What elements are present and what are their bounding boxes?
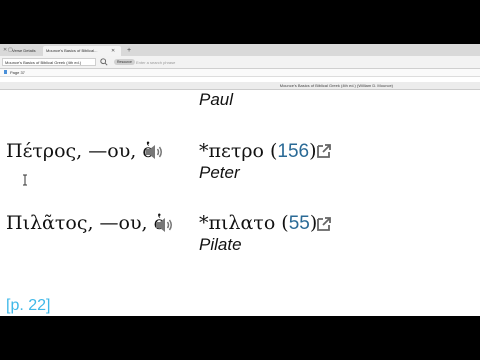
speaker-icon[interactable] [144, 142, 164, 162]
search-input[interactable] [136, 58, 286, 66]
entry-gloss: Paul [199, 90, 234, 109]
tab-verse-details[interactable]: Verse Details [12, 46, 40, 56]
entry-root-text: *πετρο [199, 140, 264, 162]
tab-bar: ✕ ▢ Verse Details Mounce's Basics of Bib… [0, 44, 480, 56]
entry-root: *πετρο (156) [199, 140, 317, 162]
tab-mounce-basics[interactable]: Mounce's Basics of Biblical... [43, 46, 121, 56]
entry-root-text: *πιλατο [199, 212, 276, 234]
page-reference: [p. 22] [6, 297, 51, 314]
page-label: Page 37 [10, 70, 25, 75]
resource-title-banner: Mounce's Basics of Biblical Greek (4th e… [0, 82, 480, 90]
frequency-link[interactable]: 55 [289, 213, 310, 234]
page-bar: Page 37 [0, 69, 480, 77]
entry-gloss: Pilate [199, 235, 242, 254]
app-window: ✕ ▢ Verse Details Mounce's Basics of Bib… [0, 44, 480, 316]
entry-lemma: Πιλᾶτος, —ου, ὁ [6, 212, 166, 234]
entry-gloss: Peter [199, 163, 240, 182]
close-window-icon[interactable]: ✕ [3, 47, 7, 53]
speaker-icon[interactable] [154, 215, 174, 235]
external-link-icon[interactable] [315, 215, 333, 233]
toolbar: Mounce's Basics of Biblical Greek (4th e… [0, 56, 480, 69]
search-scope-badge[interactable]: Resource [114, 59, 135, 65]
text-cursor-icon [23, 174, 27, 186]
new-tab-button[interactable]: + [125, 46, 133, 56]
entry-lemma: Πέτρος, —ου, ὁ [6, 140, 154, 162]
bookmark-icon [4, 70, 7, 74]
resource-title: Mounce's Basics of Biblical Greek (4th e… [279, 83, 393, 88]
resource-selector[interactable]: Mounce's Basics of Biblical Greek (4th e… [2, 58, 96, 66]
frequency-link[interactable]: 156 [277, 141, 309, 162]
tab-close-icon[interactable]: ✕ [111, 46, 115, 56]
external-link-icon[interactable] [315, 142, 333, 160]
entry-root: *πιλατο (55) [199, 212, 318, 234]
search-icon[interactable] [100, 58, 108, 66]
